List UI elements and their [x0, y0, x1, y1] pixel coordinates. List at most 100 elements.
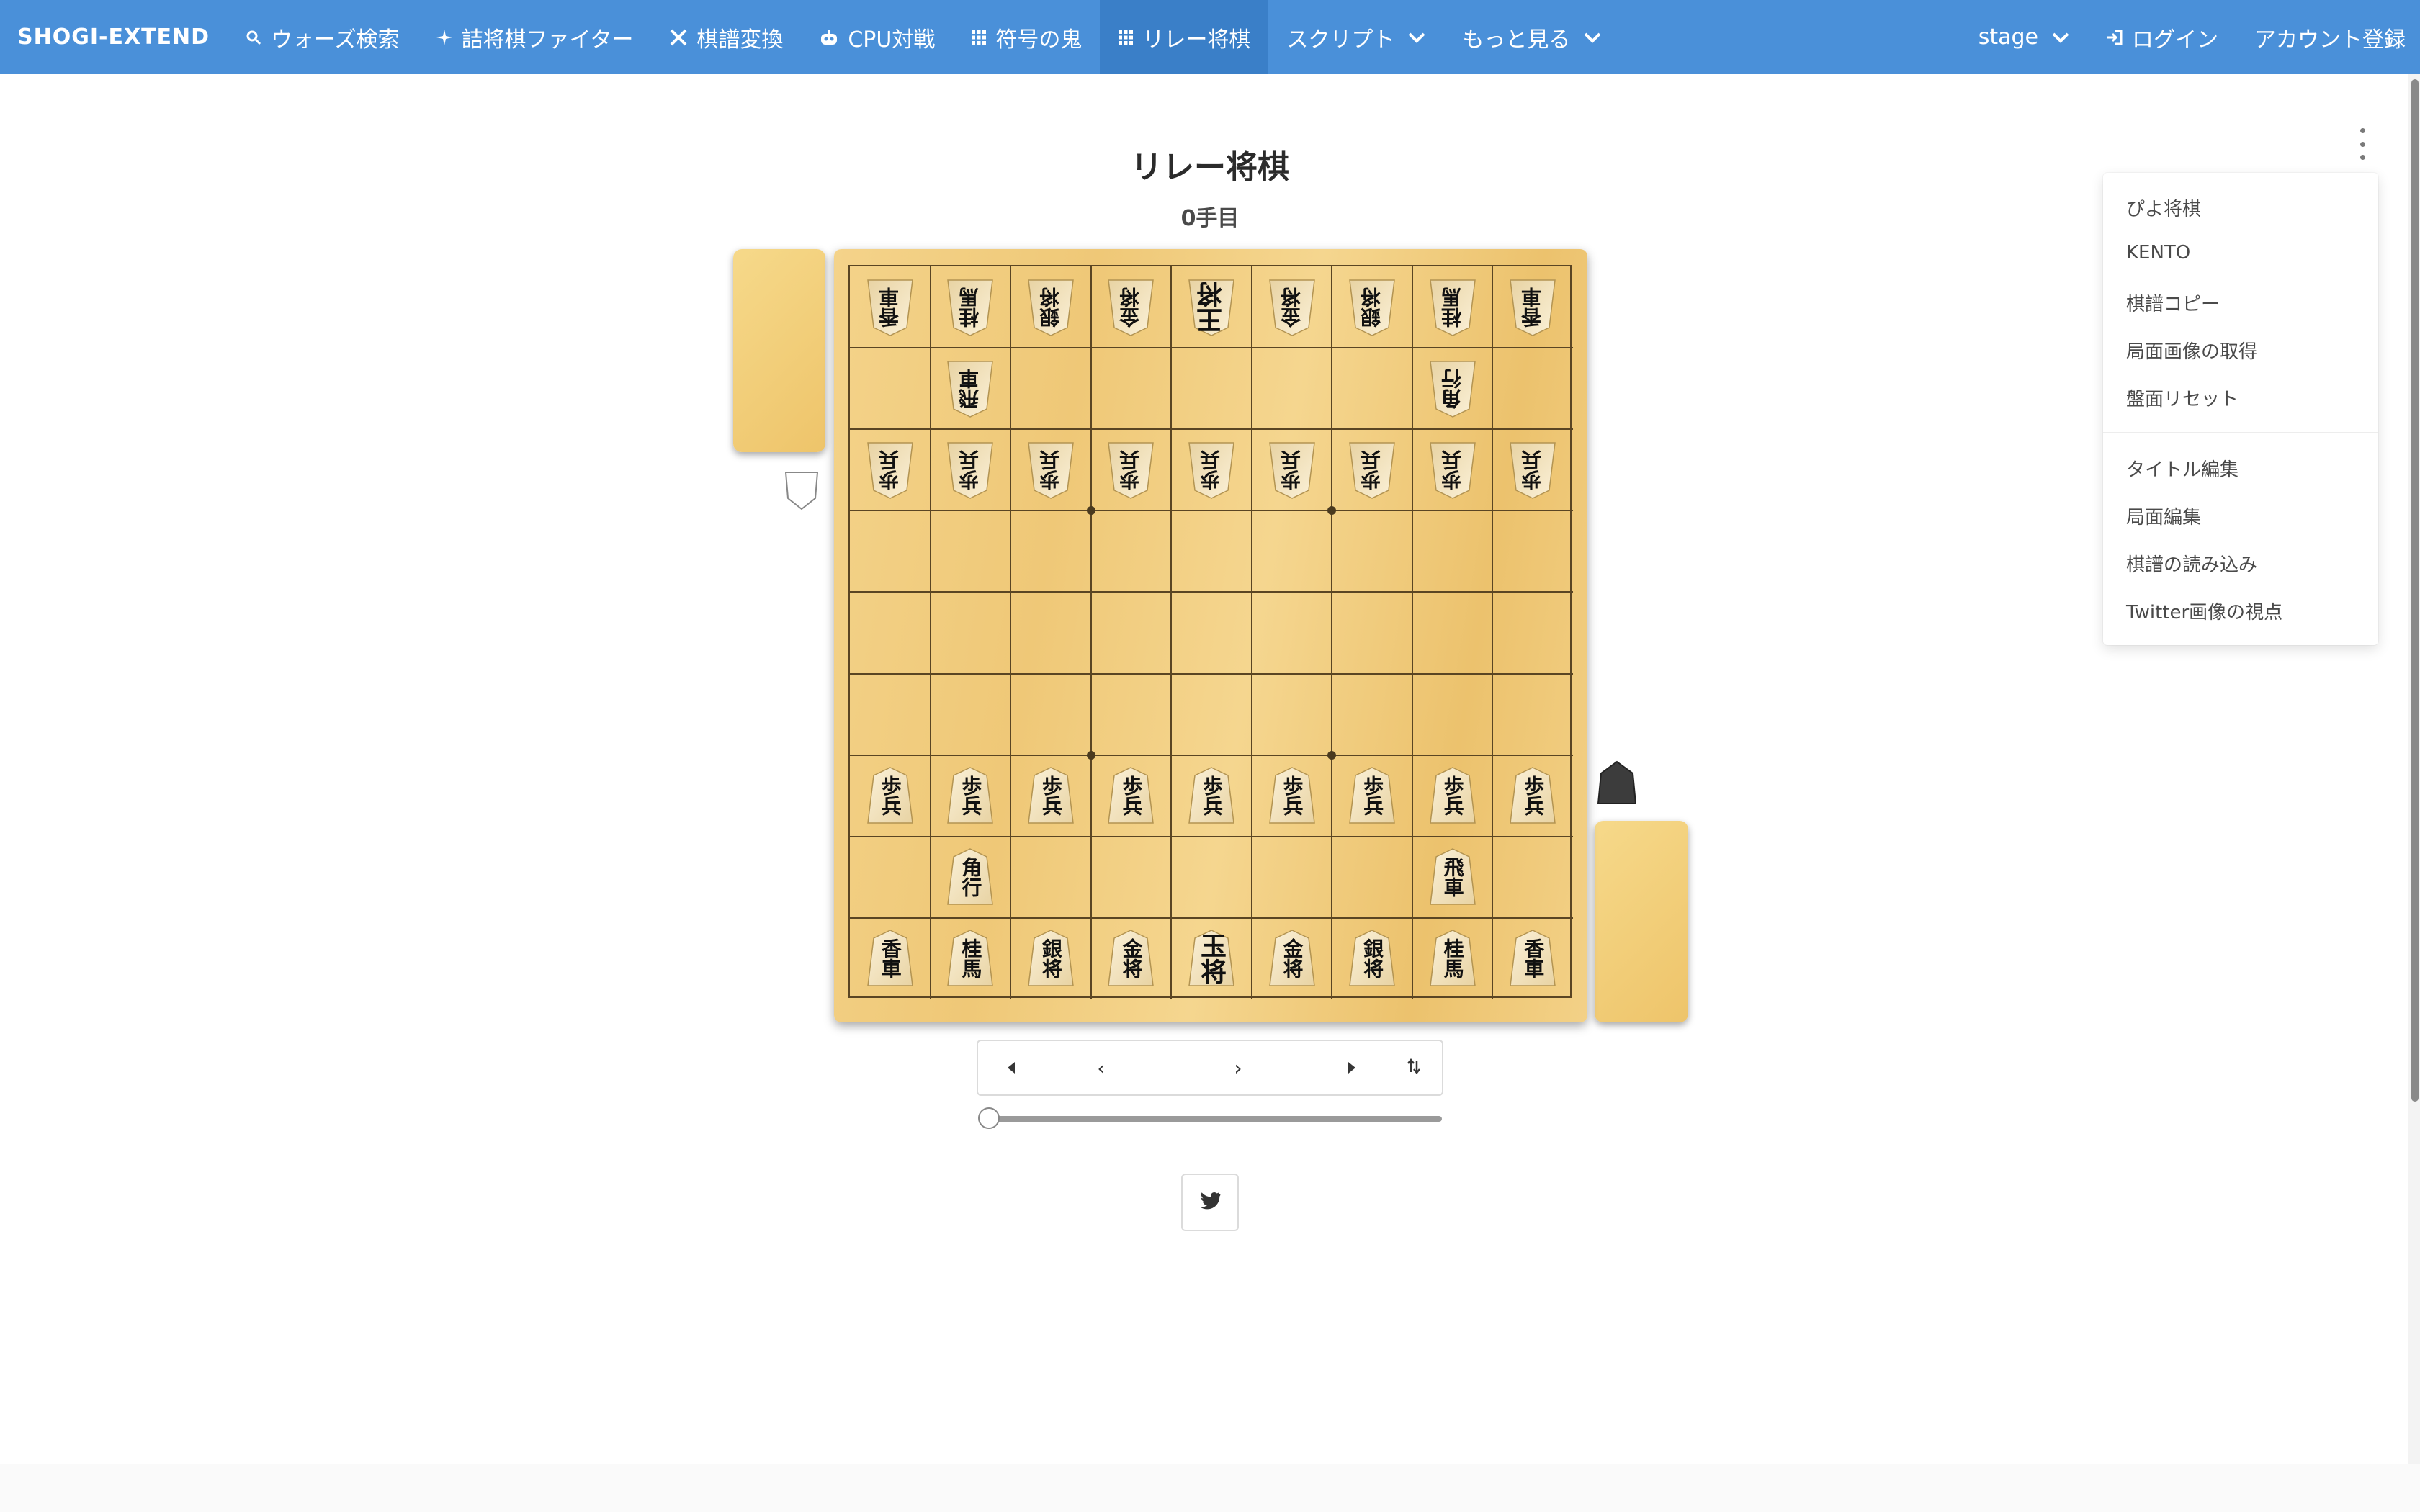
grid-icon	[971, 30, 987, 45]
piece-label: 飛車	[958, 368, 982, 409]
gote-piece[interactable]: 歩兵	[865, 440, 915, 500]
move-slider-track[interactable]	[988, 1116, 1442, 1122]
gote-piece[interactable]: 歩兵	[1186, 440, 1237, 500]
gote-piece[interactable]: 桂馬	[1428, 277, 1478, 338]
gote-piece[interactable]: 香車	[865, 277, 915, 338]
piece-label: 歩兵	[958, 449, 982, 490]
gote-piece[interactable]: 角行	[1428, 359, 1478, 419]
nav-label: ウォーズ検索	[271, 27, 400, 53]
sente-piece[interactable]: 銀将	[1347, 928, 1397, 989]
nav-kifu-convert[interactable]: 棋譜変換	[651, 0, 801, 74]
menu-item-copy-kifu[interactable]: 棋譜コピー	[2126, 289, 2220, 316]
nav-script-dropdown[interactable]: スクリプト	[1268, 0, 1444, 74]
nav-label: CPU対戦	[848, 27, 936, 53]
gote-piece[interactable]: 歩兵	[1428, 440, 1478, 500]
sente-piece[interactable]: 歩兵	[1428, 765, 1478, 826]
gote-piece[interactable]: 香車	[1507, 277, 1558, 338]
piece-label: 歩兵	[1361, 775, 1385, 816]
prev-move-button[interactable]: ‹	[1044, 1040, 1160, 1096]
menu-item-get-image[interactable]: 局面画像の取得	[2126, 337, 2257, 364]
gote-piece[interactable]: 歩兵	[1347, 440, 1397, 500]
gote-piece[interactable]: 銀将	[1347, 277, 1397, 338]
flip-board-button[interactable]	[1386, 1040, 1443, 1096]
nav-label: リレー将棋	[1142, 27, 1251, 53]
grid-line	[850, 672, 1573, 675]
move-slider-knob[interactable]	[978, 1107, 1000, 1129]
menu-item-kento[interactable]: KENTO	[2126, 242, 2190, 264]
nav-label: 詰将棋ファイター	[461, 27, 634, 53]
sente-piece[interactable]: 銀将	[1026, 928, 1076, 989]
grid-line	[1492, 266, 1494, 999]
swap-vertical-icon	[1406, 1056, 1422, 1080]
chevron-left-icon: ‹	[1097, 1056, 1106, 1080]
nav-cpu-battle[interactable]: CPU対戦	[801, 0, 953, 74]
sente-piece[interactable]: 歩兵	[1186, 765, 1237, 826]
sente-piece[interactable]: 歩兵	[1026, 765, 1076, 826]
chevron-right-icon: ›	[1234, 1056, 1242, 1080]
sente-piece[interactable]: 歩兵	[1347, 765, 1397, 826]
gote-piece[interactable]: 歩兵	[1507, 440, 1558, 500]
piece-label: 香車	[1520, 287, 1545, 328]
caret-right-icon	[1346, 1056, 1358, 1080]
nav-register[interactable]: アカウント登録	[2236, 0, 2420, 74]
shogi-board[interactable]: 香車 桂馬 銀将 金将 王将 金将 銀将 桂馬 香車 飛車 角行 歩兵 歩兵 歩兵 歩兵 歩兵 歩兵 歩兵 歩兵 歩兵…	[834, 249, 1587, 1022]
gote-piece[interactable]: 金将	[1106, 277, 1156, 338]
sente-piece[interactable]: 香車	[865, 928, 915, 989]
gote-piece[interactable]: 歩兵	[945, 440, 995, 500]
piece-label: 歩兵	[1520, 449, 1545, 490]
gote-piece[interactable]: 桂馬	[945, 277, 995, 338]
sente-piece[interactable]: 飛車	[1428, 847, 1478, 907]
nav-more-dropdown[interactable]: もっと見る	[1444, 0, 1620, 74]
gote-piece[interactable]: 銀将	[1026, 277, 1076, 338]
first-move-button[interactable]	[977, 1040, 1046, 1096]
sente-piece[interactable]: 玉将	[1186, 928, 1237, 989]
twitter-share-button[interactable]	[1181, 1174, 1239, 1231]
nav-relay-shogi[interactable]: リレー将棋	[1100, 0, 1269, 74]
brand-logo[interactable]: SHOGI-EXTEND	[0, 0, 227, 74]
piece-label: 歩兵	[1199, 449, 1223, 490]
gote-piece[interactable]: 金将	[1267, 277, 1317, 338]
sente-piece[interactable]: 歩兵	[1507, 765, 1558, 826]
gote-piece[interactable]: 飛車	[945, 359, 995, 419]
sente-piece[interactable]: 桂馬	[1428, 928, 1478, 989]
sente-piece[interactable]: 金将	[1267, 928, 1317, 989]
nav-tsume-fighter[interactable]: 詰将棋ファイター	[418, 0, 652, 74]
menu-item-edit-title[interactable]: タイトル編集	[2126, 455, 2238, 482]
nav-stage-dropdown[interactable]: stage	[1960, 0, 2088, 74]
gote-piece[interactable]: 歩兵	[1267, 440, 1317, 500]
nav-wars-search[interactable]: ウォーズ検索	[227, 0, 418, 74]
grid-line	[850, 591, 1573, 593]
sente-piece[interactable]: 歩兵	[945, 765, 995, 826]
piece-label: 歩兵	[1119, 775, 1144, 816]
gote-piece[interactable]: 歩兵	[1026, 440, 1076, 500]
sente-piece[interactable]: 角行	[945, 847, 995, 907]
board-grid: 香車 桂馬 銀将 金将 王将 金将 銀将 桂馬 香車 飛車 角行 歩兵 歩兵 歩兵 歩兵 歩兵 歩兵 歩兵 歩兵 歩兵…	[848, 265, 1573, 999]
gote-piece[interactable]: 歩兵	[1106, 440, 1156, 500]
more-options-kebab-icon[interactable]	[2355, 128, 2370, 160]
sente-turn-marker	[1595, 760, 1639, 808]
sente-piece[interactable]: 歩兵	[1267, 765, 1317, 826]
sente-piece[interactable]: 香車	[1507, 928, 1558, 989]
sente-piece[interactable]: 歩兵	[865, 765, 915, 826]
sente-piece[interactable]: 歩兵	[1106, 765, 1156, 826]
gote-komadai[interactable]	[733, 249, 825, 452]
nav-login[interactable]: ログイン	[2088, 0, 2236, 74]
piece-label: 桂馬	[959, 938, 983, 979]
sente-komadai[interactable]	[1595, 821, 1688, 1022]
nav-right-group: stage ログイン アカウント登録	[1960, 0, 2420, 74]
menu-item-reset-board[interactable]: 盤面リセット	[2126, 384, 2238, 411]
piece-label: 銀将	[1360, 287, 1384, 328]
menu-item-load-kifu[interactable]: 棋譜の読み込み	[2126, 550, 2257, 577]
sente-piece[interactable]: 桂馬	[945, 928, 995, 989]
menu-item-edit-position[interactable]: 局面編集	[2126, 503, 2201, 529]
menu-item-piyo[interactable]: ぴよ将棋	[2126, 194, 2201, 221]
scrollbar-thumb[interactable]	[2411, 79, 2419, 1102]
login-icon	[2106, 29, 2123, 46]
sente-piece[interactable]: 金将	[1106, 928, 1156, 989]
next-move-button[interactable]: ›	[1158, 1040, 1319, 1096]
last-move-button[interactable]	[1318, 1040, 1387, 1096]
gote-piece[interactable]: 王将	[1186, 277, 1237, 338]
nav-fugou-oni[interactable]: 符号の鬼	[953, 0, 1100, 74]
menu-item-twitter-view[interactable]: Twitter画像の視点	[2126, 598, 2282, 624]
piece-label: 歩兵	[1119, 449, 1143, 490]
